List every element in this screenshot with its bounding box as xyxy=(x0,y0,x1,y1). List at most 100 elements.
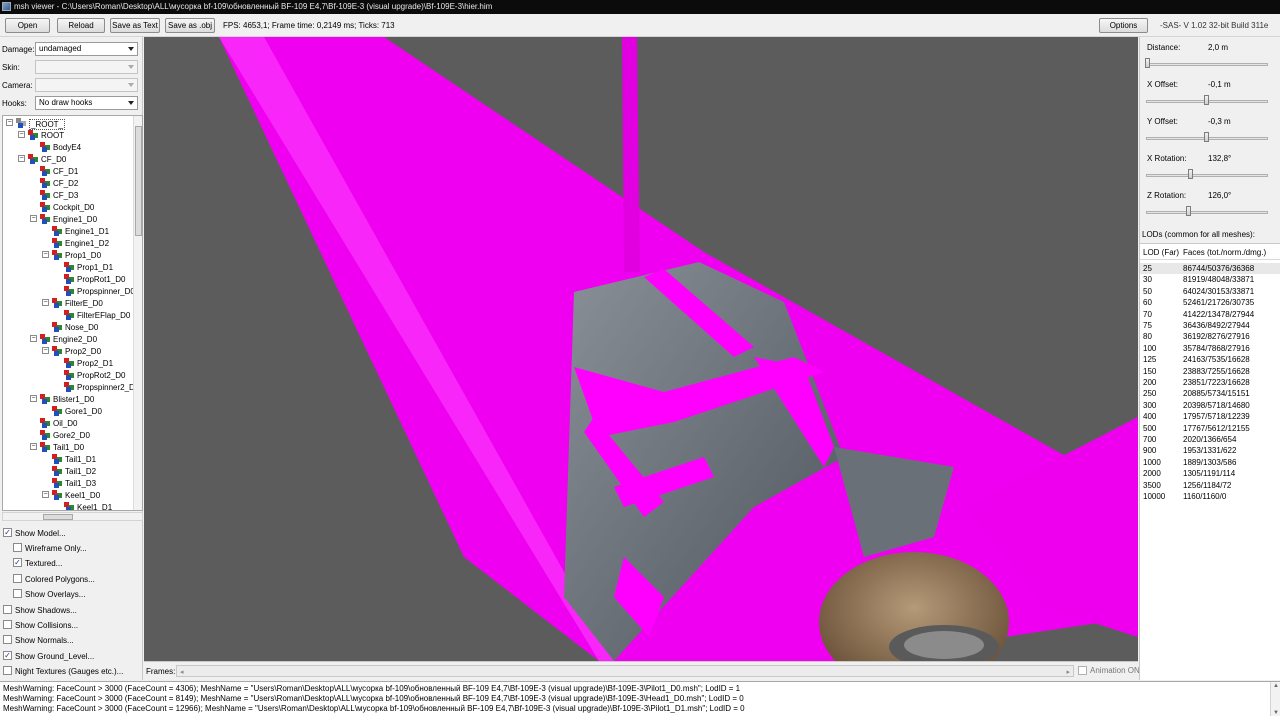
checkbox-checked[interactable]: ✓ xyxy=(13,558,22,567)
option-label: Night Textures (Gauges etc.)... xyxy=(15,667,124,676)
lod-row[interactable]: 400 17957/5718/12239 xyxy=(1140,411,1280,422)
checkbox-unchecked[interactable] xyxy=(13,589,22,598)
lod-row[interactable]: 70 41422/13478/27944 xyxy=(1140,309,1280,320)
option-label: Wireframe Only... xyxy=(25,544,87,553)
lod-row[interactable]: 500 17767/5612/12155 xyxy=(1140,423,1280,434)
collapse-toggle-icon[interactable]: − xyxy=(30,215,37,222)
slider-thumb[interactable] xyxy=(1188,169,1193,179)
lod-column-header[interactable]: LOD (Far) xyxy=(1143,248,1179,257)
hooks-select[interactable]: No draw hooks xyxy=(35,96,138,110)
animation-toggle[interactable]: Animation ON xyxy=(1078,666,1140,675)
scrollbar-thumb[interactable] xyxy=(135,126,142,236)
collapse-toggle-icon[interactable]: − xyxy=(18,155,25,162)
log-scrollbar[interactable]: ▲ ▼ xyxy=(1270,682,1280,716)
option-label: Show Overlays... xyxy=(25,590,86,599)
slider-thumb[interactable] xyxy=(1204,95,1209,105)
lod-distance: 100 xyxy=(1143,343,1157,353)
3d-viewport[interactable] xyxy=(144,37,1138,661)
checkbox-unchecked[interactable] xyxy=(3,605,12,614)
skin-select[interactable] xyxy=(35,60,138,74)
slider-track[interactable] xyxy=(1146,63,1268,66)
lod-row[interactable]: 700 2020/1366/654 xyxy=(1140,434,1280,445)
collapse-toggle-icon[interactable]: − xyxy=(42,299,49,306)
chevron-down-icon xyxy=(128,65,134,69)
lod-row[interactable]: 300 20398/5718/14680 xyxy=(1140,400,1280,411)
chevron-right-icon[interactable]: ▸ xyxy=(1066,668,1070,676)
log-panel[interactable]: MeshWarning: FaceCount > 3000 (FaceCount… xyxy=(0,681,1280,716)
lod-row[interactable]: 80 36192/8276/27916 xyxy=(1140,331,1280,342)
tree-horizontal-scrollbar[interactable] xyxy=(2,512,143,521)
tree-item-label: CF_D3 xyxy=(53,191,79,200)
control-value: -0,3 m xyxy=(1208,117,1231,126)
lod-faces: 41422/13478/27944 xyxy=(1183,309,1255,319)
options-button[interactable]: Options xyxy=(1099,18,1148,33)
collapse-toggle-icon[interactable]: − xyxy=(18,131,25,138)
lod-row[interactable]: 10000 1160/1160/0 xyxy=(1140,491,1280,502)
lod-row[interactable]: 100 35784/7868/27916 xyxy=(1140,343,1280,354)
hooks-row: Hooks: No draw hooks xyxy=(0,96,143,110)
checkbox-unchecked[interactable] xyxy=(3,620,12,629)
damage-select[interactable]: undamaged xyxy=(35,42,138,56)
log-line: MeshWarning: FaceCount > 3000 (FaceCount… xyxy=(3,684,741,693)
slider-thumb[interactable] xyxy=(1145,58,1150,68)
lod-row[interactable]: 60 52461/21726/30735 xyxy=(1140,297,1280,308)
lod-row[interactable]: 3500 1256/1184/72 xyxy=(1140,480,1280,491)
camera-select[interactable] xyxy=(35,78,138,92)
collapse-toggle-icon[interactable]: − xyxy=(30,395,37,402)
collapse-toggle-icon[interactable]: − xyxy=(30,335,37,342)
option-label: Show Ground_Level... xyxy=(15,652,95,661)
checkbox-checked[interactable]: ✓ xyxy=(3,528,12,537)
slider-thumb[interactable] xyxy=(1186,206,1191,216)
checkbox-unchecked[interactable] xyxy=(13,543,22,552)
log-line: MeshWarning: FaceCount > 3000 (FaceCount… xyxy=(3,704,745,713)
lod-row[interactable]: 200 23851/7223/16628 xyxy=(1140,377,1280,388)
lod-row[interactable]: 2000 1305/1191/114 xyxy=(1140,468,1280,479)
scrollbar-thumb[interactable] xyxy=(43,514,73,520)
lod-faces: 52461/21726/30735 xyxy=(1183,298,1255,308)
faces-column-header[interactable]: Faces (tot./norm./dmg.) xyxy=(1183,248,1266,257)
lod-row[interactable]: 250 20885/5734/15151 xyxy=(1140,388,1280,399)
chevron-down-icon[interactable]: ▼ xyxy=(1273,710,1279,716)
tree-item-label: Keel1_D1 xyxy=(77,503,113,511)
view-control: Y Offset: -0,3 m xyxy=(1140,113,1280,149)
model-render xyxy=(144,37,1138,661)
checkbox-checked[interactable]: ✓ xyxy=(3,651,12,660)
collapse-toggle-icon[interactable]: − xyxy=(30,443,37,450)
lod-distance: 150 xyxy=(1143,366,1157,376)
checkbox-unchecked[interactable] xyxy=(3,666,12,675)
lod-row[interactable]: 125 24163/7535/16628 xyxy=(1140,354,1280,365)
lod-row[interactable]: 900 1953/1331/622 xyxy=(1140,445,1280,456)
chevron-down-icon xyxy=(128,83,134,87)
reload-button[interactable]: Reload xyxy=(57,18,105,33)
frames-slider[interactable]: ◂ ▸ xyxy=(176,665,1074,677)
lod-row[interactable]: 150 23883/7255/16628 xyxy=(1140,366,1280,377)
collapse-toggle-icon[interactable]: − xyxy=(42,347,49,354)
lod-table[interactable]: LOD (Far) Faces (tot./norm./dmg.) 25 8674… xyxy=(1140,243,1280,680)
collapse-toggle-icon[interactable]: − xyxy=(42,491,49,498)
lod-distance: 300 xyxy=(1143,400,1157,410)
slider-track[interactable] xyxy=(1146,174,1268,177)
lod-row[interactable]: 1000 1889/1303/586 xyxy=(1140,457,1280,468)
save-as-text-button[interactable]: Save as Text xyxy=(110,18,160,33)
collapse-toggle-icon[interactable]: − xyxy=(42,251,49,258)
checkbox-unchecked[interactable] xyxy=(3,635,12,644)
animation-checkbox[interactable] xyxy=(1078,666,1087,675)
chevron-left-icon[interactable]: ◂ xyxy=(180,668,184,676)
open-button[interactable]: Open xyxy=(5,18,50,33)
lod-row[interactable]: 30 81919/48048/33871 xyxy=(1140,274,1280,285)
lod-row[interactable]: 25 86744/50376/36368 xyxy=(1140,263,1280,274)
mesh-node-icon xyxy=(28,130,38,140)
save-as-obj-button[interactable]: Save as .obj xyxy=(165,18,215,33)
collapse-toggle-icon[interactable]: − xyxy=(6,119,13,126)
chevron-up-icon[interactable]: ▲ xyxy=(1273,683,1279,689)
mesh-hierarchy-tree[interactable]: − _ROOT_ − ROOT BodyE4− CF_D0 CF_D1 CF_D2 CF_D3 C… xyxy=(2,115,143,511)
view-control: Distance: 2,0 m xyxy=(1140,39,1280,75)
lod-row[interactable]: 50 64024/30153/33871 xyxy=(1140,286,1280,297)
slider-thumb[interactable] xyxy=(1204,132,1209,142)
checkbox-unchecked[interactable] xyxy=(13,574,22,583)
tree-vertical-scrollbar[interactable] xyxy=(133,116,142,510)
slider-track[interactable] xyxy=(1146,211,1268,214)
pilot-goggles-lens xyxy=(904,631,984,659)
lod-row[interactable]: 75 36436/8492/27944 xyxy=(1140,320,1280,331)
tree-item-label: Prop2_D0 xyxy=(65,347,102,356)
